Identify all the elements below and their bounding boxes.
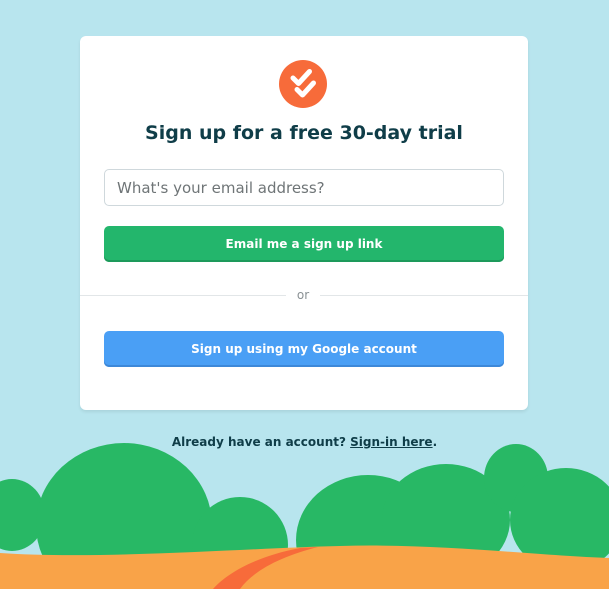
divider-left-line xyxy=(80,295,286,296)
signin-prompt-suffix: . xyxy=(432,435,438,449)
divider-label: or xyxy=(296,288,310,302)
email-signup-link-button[interactable]: Email me a sign up link xyxy=(104,226,504,262)
email-field[interactable] xyxy=(104,169,504,206)
signin-prompt-text: Already have an account? xyxy=(171,435,351,449)
google-signup-button[interactable]: Sign up using my Google account xyxy=(104,331,504,367)
signin-prompt: Already have an account? Sign-in here. xyxy=(0,433,609,451)
double-check-icon xyxy=(279,60,327,108)
page-title: Sign up for a free 30-day trial xyxy=(145,122,463,144)
signup-card: Sign up for a free 30-day trial Email me… xyxy=(80,36,528,410)
signin-link[interactable]: Sign-in here xyxy=(350,435,432,449)
divider-right-line xyxy=(320,295,528,296)
